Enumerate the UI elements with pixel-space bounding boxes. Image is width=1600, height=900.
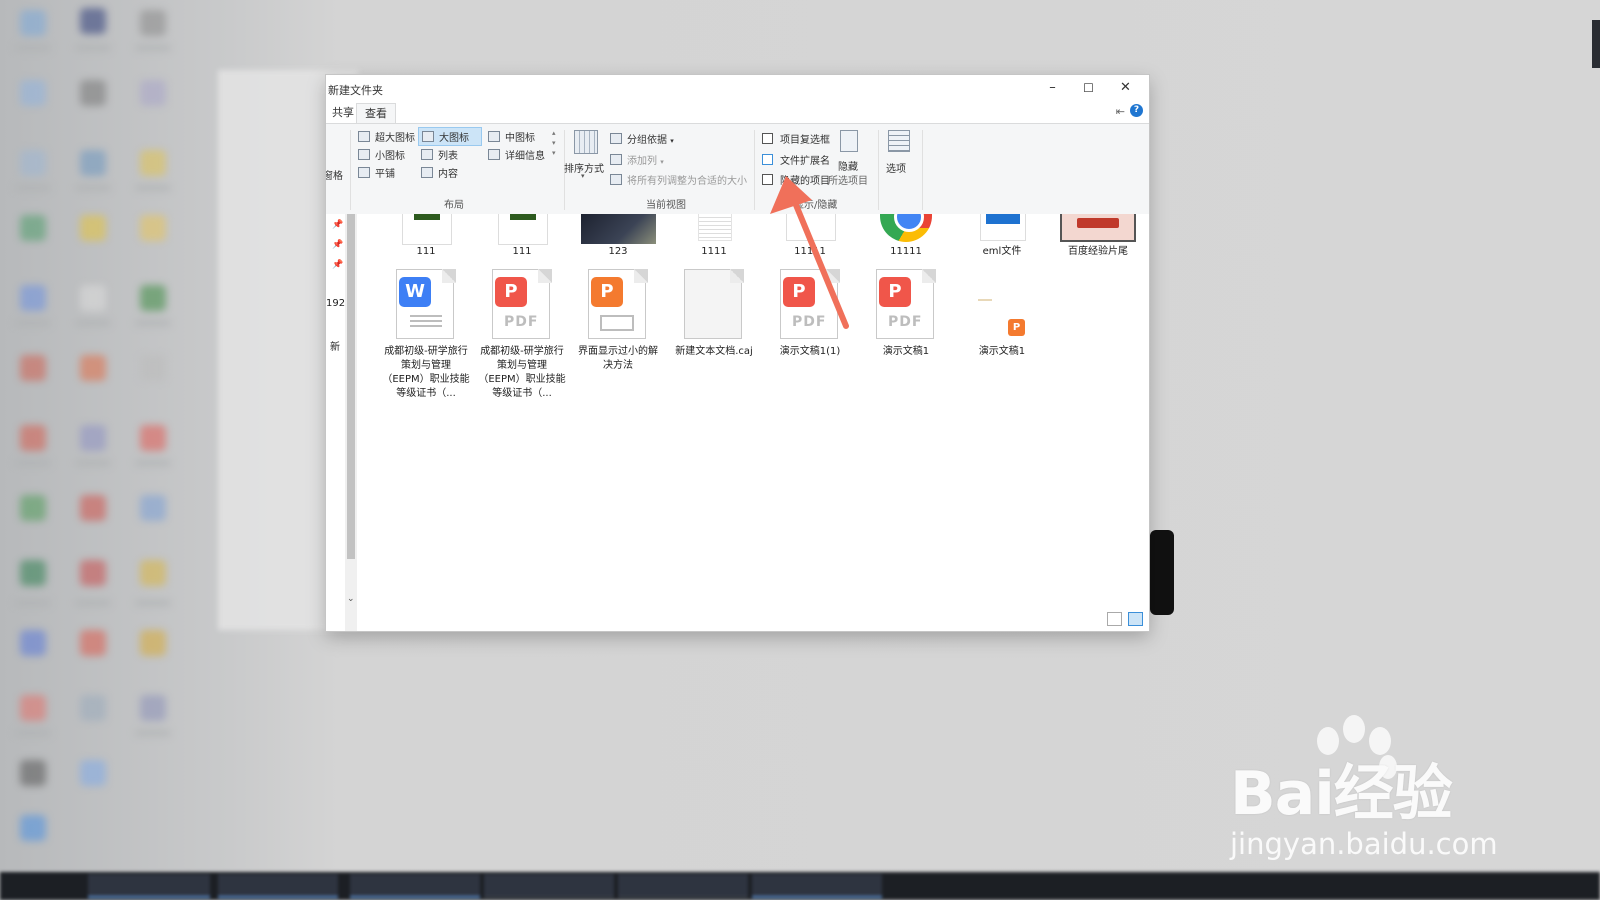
arrow-shaft (793, 202, 849, 329)
taskbar-item[interactable] (88, 874, 210, 898)
taskbar-item[interactable] (752, 874, 882, 898)
taskbar-item[interactable] (350, 874, 480, 898)
baidu-watermark: Bai经验 jingyan.baidu.com (1230, 715, 1550, 865)
arrow-head (770, 176, 812, 214)
taskbar-item[interactable] (484, 874, 614, 898)
taskbar-item[interactable] (218, 874, 338, 898)
taskbar-item[interactable] (618, 874, 748, 898)
watermark-brand: Bai经验 (1230, 759, 1453, 829)
watermark-url: jingyan.baidu.com (1230, 827, 1498, 861)
taskbar (0, 872, 1600, 900)
